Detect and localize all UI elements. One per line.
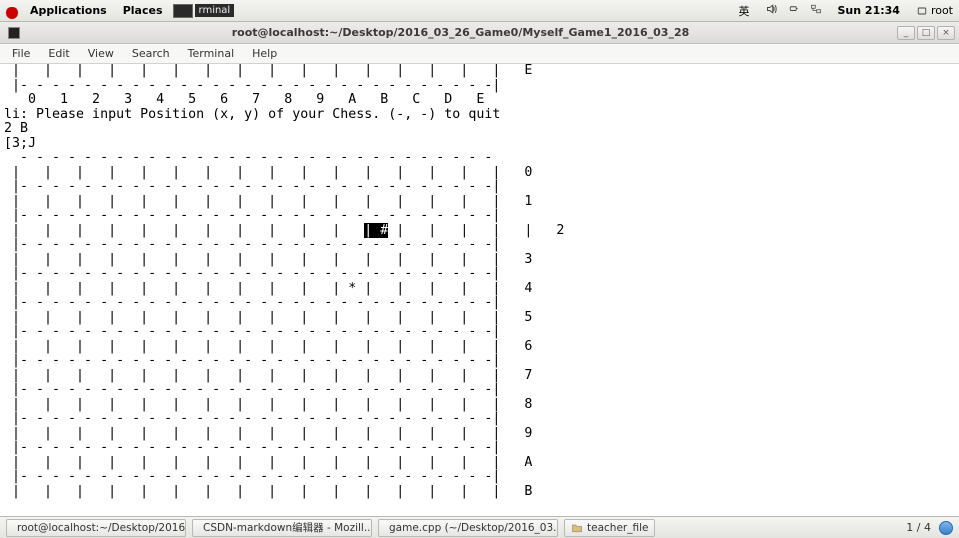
term-line: |- - - - - - - - - - - - - - - - - - - -… (4, 440, 500, 455)
term-line: | | | | | | | | | | | | | | | | E (4, 64, 532, 78)
term-line: |- - - - - - - - - - - - - - - - - - - -… (4, 411, 500, 426)
term-line: |- - - - - - - - - - - - - - - - - - - -… (4, 266, 500, 281)
minimize-button[interactable]: _ (897, 26, 915, 40)
window-titlebar: root@localhost:~/Desktop/2016_03_26_Game… (0, 22, 959, 44)
menu-file[interactable]: File (4, 45, 38, 62)
taskbar: root@localhost:~/Desktop/2016... CSDN-ma… (0, 516, 959, 538)
task-gedit[interactable]: game.cpp (~/Desktop/2016_03... (378, 519, 558, 537)
term-line: | | | | | | | | | | | | | | | | 0 (4, 165, 532, 180)
menu-view[interactable]: View (80, 45, 122, 62)
term-line: |- - - - - - - - - - - - - - - - - - - -… (4, 78, 500, 93)
term-line: |- - - - - - - - - - - - - - - - - - - -… (4, 469, 500, 484)
term-line: | | | | | | | | | | | | | | | | 3 (4, 252, 532, 267)
workspace-indicator[interactable]: 1 / 4 (906, 521, 931, 534)
term-line: |- - - - - - - - - - - - - - - - - - - -… (4, 179, 500, 194)
window-thumbnail[interactable] (173, 4, 193, 18)
term-line: | | | | | | | | | | | (4, 223, 364, 238)
task-terminal[interactable]: root@localhost:~/Desktop/2016... (6, 519, 186, 537)
term-line: | | | | | 2 (388, 223, 564, 238)
term-line: | | | | | | | | | | | | | | | | B (4, 484, 532, 499)
term-cursor-cell: | # (364, 223, 388, 238)
volume-icon[interactable] (766, 3, 778, 18)
term-line: | | | | | | | | | | | | | | | | 1 (4, 194, 532, 209)
term-line: 0 1 2 3 4 5 6 7 8 9 A B C D E (4, 92, 484, 107)
menu-search[interactable]: Search (124, 45, 178, 62)
user-label: root (931, 4, 953, 17)
network-icon[interactable] (810, 3, 822, 18)
term-line: li: Please input Position (x, y) of your… (4, 107, 500, 122)
workspace-switcher-icon[interactable] (939, 521, 953, 535)
term-line: |- - - - - - - - - - - - - - - - - - - -… (4, 295, 500, 310)
applications-menu[interactable]: Applications (24, 2, 113, 19)
task-label: game.cpp (~/Desktop/2016_03... (389, 522, 558, 534)
task-label: teacher_file (587, 522, 648, 534)
ime-indicator[interactable]: 英 (733, 1, 756, 21)
window-thumbnail-label[interactable]: rminal (195, 4, 235, 17)
close-button[interactable]: × (937, 26, 955, 40)
task-label: CSDN-markdown编辑器 - Mozill... (203, 520, 372, 535)
folder-icon (571, 522, 583, 534)
distro-icon (6, 7, 18, 19)
term-line: - - - - - - - - - - - - - - - - - - - - … (4, 150, 492, 165)
menubar: File Edit View Search Terminal Help (0, 44, 959, 64)
term-line: | | | | | | | | | | | | | | | | 6 (4, 339, 532, 354)
task-label: root@localhost:~/Desktop/2016... (17, 522, 186, 534)
term-line: |- - - - - - - - - - - - - - - - - - - -… (4, 324, 500, 339)
user-menu[interactable]: root (916, 4, 953, 17)
task-firefox[interactable]: CSDN-markdown编辑器 - Mozill... (192, 519, 372, 537)
menu-terminal[interactable]: Terminal (180, 45, 243, 62)
menu-help[interactable]: Help (244, 45, 285, 62)
terminal-app-icon (8, 27, 20, 39)
term-line: |- - - - - - - - - - - - - - - - - - - -… (4, 237, 500, 252)
window-title: root@localhost:~/Desktop/2016_03_26_Game… (24, 26, 897, 39)
term-line: | | | | | | | | | | | | | | | | 8 (4, 397, 532, 412)
maximize-button[interactable]: □ (917, 26, 935, 40)
task-folder[interactable]: teacher_file (564, 519, 655, 537)
terminal-output[interactable]: | | | | | | | | | | | | | | | | E |- - -… (0, 64, 959, 516)
term-line: | | | | | | | | | | | | | | | | 7 (4, 368, 532, 383)
term-line: | | | | | | | | | | | | | | | | 9 (4, 426, 532, 441)
term-line: | | | | | | | | | | | | | | | | A (4, 455, 532, 470)
term-line: |- - - - - - - - - - - - - - - - - - - -… (4, 353, 500, 368)
term-line: 2 B (4, 121, 28, 136)
term-line: |- - - - - - - - - - - - - - - - - - - -… (4, 208, 500, 223)
menu-edit[interactable]: Edit (40, 45, 77, 62)
term-line: |- - - - - - - - - - - - - - - - - - - -… (4, 382, 500, 397)
term-line: | | | | | | | | | | | * | | | | | 4 (4, 281, 532, 296)
term-line: [3;J (4, 136, 36, 151)
clock[interactable]: Sun 21:34 (832, 2, 906, 19)
places-menu[interactable]: Places (117, 2, 169, 19)
brightness-icon[interactable] (788, 3, 800, 18)
term-line: | | | | | | | | | | | | | | | | 5 (4, 310, 532, 325)
gnome-top-bar: Applications Places rminal 英 Sun 21:34 r… (0, 0, 959, 22)
